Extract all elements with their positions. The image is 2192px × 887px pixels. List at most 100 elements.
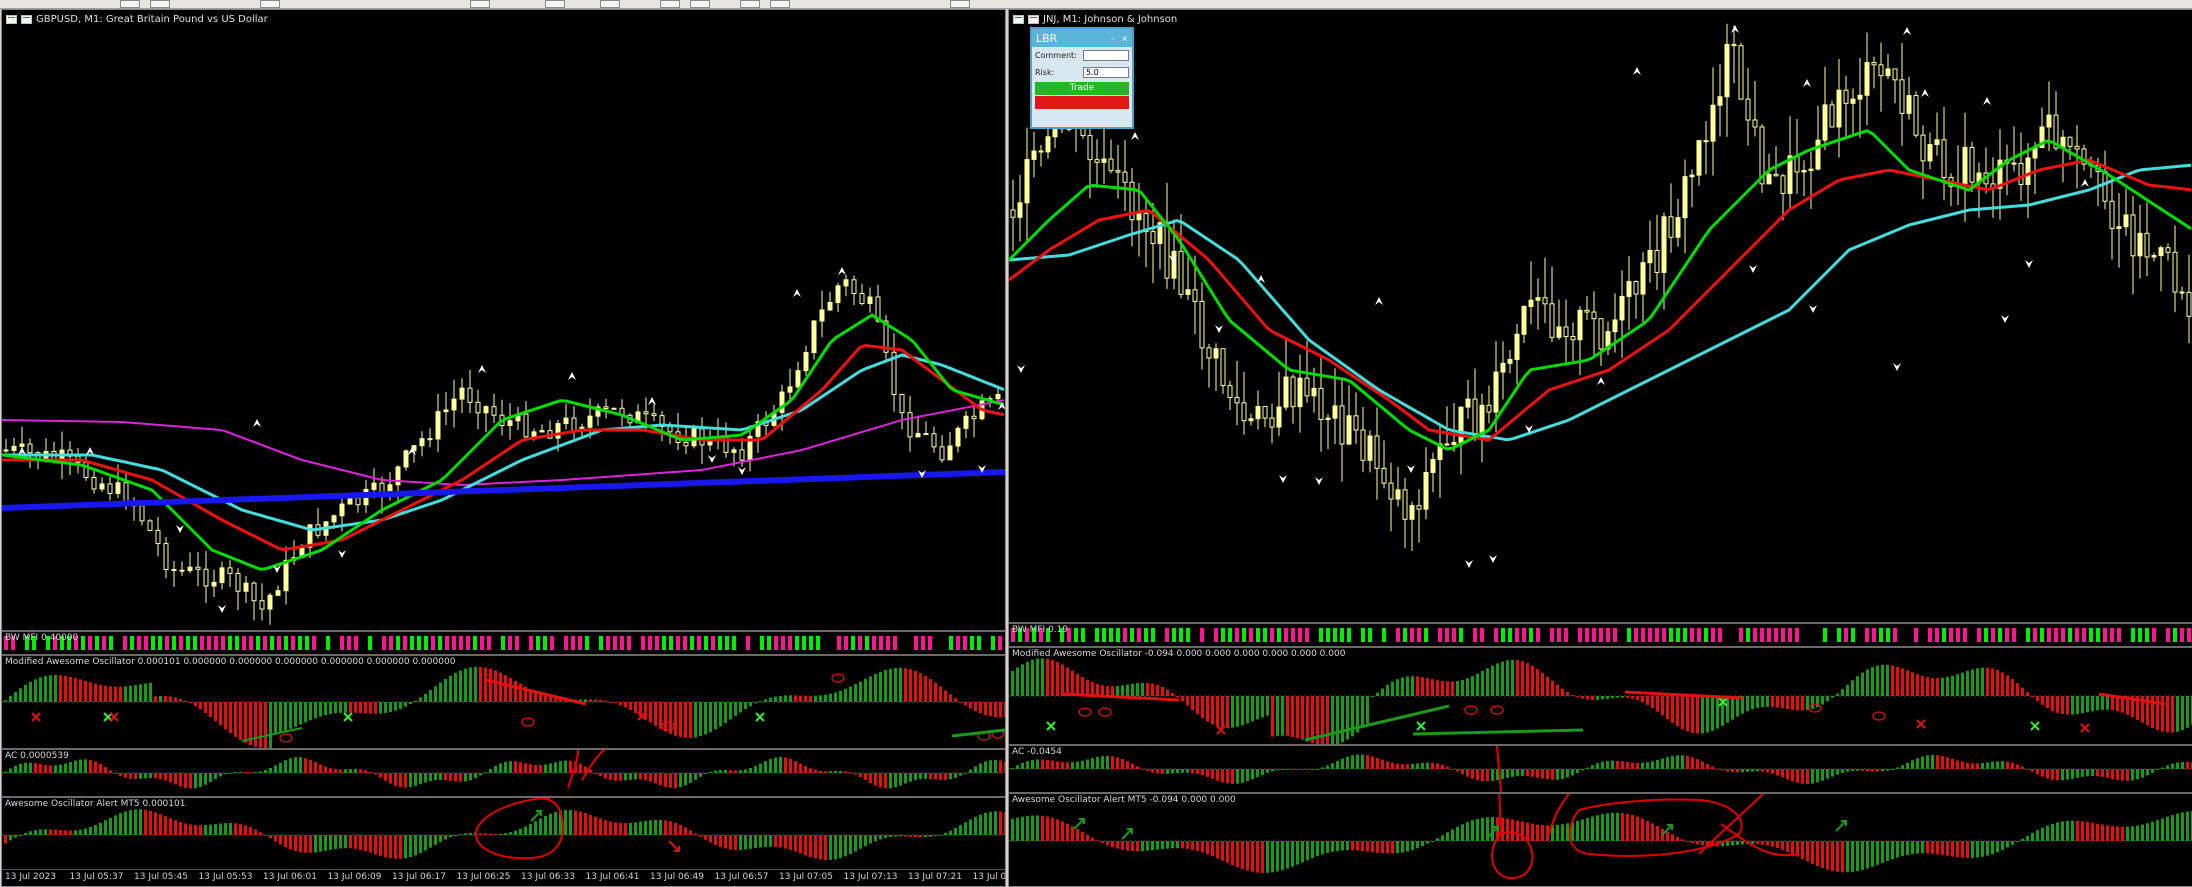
histogram-bar — [1136, 766, 1139, 769]
lbr-trade-panel[interactable]: LBR – × Comment: Risk: Trade Close — [1030, 27, 1134, 129]
mfi-bar — [1893, 628, 1897, 642]
toolbar-button[interactable] — [120, 0, 140, 8]
trade-button[interactable]: Trade — [1035, 82, 1129, 95]
histogram-bar — [1436, 763, 1439, 769]
toolbar-button[interactable] — [260, 0, 280, 8]
histogram-bar — [1516, 660, 1519, 696]
candle-body — [1864, 62, 1870, 96]
candle-body — [2158, 247, 2164, 257]
histogram-bar — [2131, 826, 2134, 841]
lbr-header[interactable]: LBR – × — [1032, 29, 1132, 47]
histogram-bar — [1106, 686, 1109, 696]
histogram-bar — [219, 823, 222, 835]
candle-body — [1332, 405, 1338, 419]
histogram-bar — [214, 773, 217, 780]
candle-body — [1871, 62, 1877, 66]
candle-body — [1136, 212, 1142, 221]
histogram-bar — [694, 773, 697, 780]
mfi-bar — [1389, 628, 1393, 642]
histogram-bar — [1101, 685, 1104, 696]
mfi-bar — [900, 636, 904, 650]
histogram-bar — [1031, 815, 1034, 841]
candle-body — [339, 503, 345, 517]
histogram-bar — [784, 757, 787, 773]
histogram-bar — [1451, 768, 1454, 770]
histogram-bar — [9, 768, 12, 773]
close-button[interactable]: Close — [1035, 96, 1129, 109]
mfi-bar — [865, 636, 869, 650]
mfi-bar — [1606, 628, 1610, 642]
histogram-bar — [279, 835, 282, 845]
histogram-bar — [1116, 757, 1119, 769]
mfi-bar — [319, 636, 323, 650]
candle-body — [731, 449, 737, 453]
toolbar-button[interactable] — [600, 0, 620, 8]
histogram-bar — [389, 773, 392, 784]
chart-window-jnj[interactable]: JNJ, M1: Johnson & Johnson BW MFI 0.19 M… — [1008, 9, 2192, 887]
histogram-bar — [429, 835, 432, 848]
toolbar-button[interactable] — [150, 0, 170, 8]
mfi-bar — [718, 636, 722, 650]
fractal-down-arrow — [1465, 560, 1473, 568]
toolbar-button[interactable] — [545, 0, 565, 8]
toolbar-button[interactable] — [470, 0, 490, 8]
chart-window-gbpusd[interactable]: GBPUSD, M1: Great Britain Pound vs US Do… — [1, 9, 1006, 887]
price-chart[interactable] — [2, 10, 1005, 630]
histogram-bar — [864, 773, 867, 780]
histogram-bar — [1611, 696, 1614, 699]
candle-body — [1493, 371, 1499, 413]
toolbar-button[interactable] — [770, 0, 790, 8]
close-icon[interactable]: × — [1121, 34, 1128, 43]
toolbar-button[interactable] — [950, 0, 970, 8]
mfi-bar — [1564, 628, 1568, 642]
comment-input[interactable] — [1083, 50, 1129, 61]
price-chart[interactable] — [1009, 10, 2192, 622]
candle-body — [1486, 404, 1492, 413]
histogram-bar — [1296, 696, 1299, 739]
mfi-bar — [1746, 628, 1750, 642]
histogram-bar — [1686, 696, 1689, 732]
histogram-bar — [1896, 666, 1899, 696]
toolbar-button[interactable] — [690, 0, 710, 8]
histogram-bar — [884, 670, 887, 702]
toolbar-button[interactable] — [660, 0, 680, 8]
histogram-bar — [1101, 841, 1104, 843]
histogram-bar — [774, 835, 777, 847]
histogram-bar — [434, 773, 437, 781]
toolbar-button[interactable] — [740, 0, 760, 8]
minimize-icon[interactable]: – — [1111, 34, 1115, 43]
mfi-bar — [1473, 628, 1477, 642]
histogram-bar — [829, 835, 832, 860]
histogram-bar — [4, 700, 7, 702]
histogram-bar — [504, 675, 507, 702]
histogram-bar — [1681, 696, 1684, 730]
candle-body — [1241, 402, 1247, 422]
histogram-bar — [1931, 841, 1934, 854]
histogram-bar — [1791, 696, 1794, 710]
fractal-up-arrow — [1131, 132, 1139, 140]
histogram-bar — [949, 773, 952, 780]
histogram-bar — [1846, 841, 1849, 873]
histogram-bar — [1976, 841, 1979, 858]
histogram-bar — [564, 760, 567, 773]
histogram-bar — [554, 762, 557, 773]
mao-subwindow: Modified Awesome Oscillator -0.094 0.000… — [1009, 646, 2192, 744]
histogram-bar — [664, 702, 667, 732]
mao-histogram — [2, 666, 1005, 748]
histogram-bar — [1361, 841, 1364, 851]
mfi-bar — [158, 636, 162, 650]
histogram-bar — [799, 763, 802, 773]
histogram-bar — [1941, 841, 1944, 855]
histogram-bar — [1371, 696, 1374, 698]
candle-body — [1367, 435, 1373, 461]
histogram-bar — [1116, 685, 1119, 696]
risk-input[interactable] — [1083, 67, 1129, 78]
histogram-bar — [2016, 683, 2019, 696]
candle-body — [187, 566, 193, 572]
candle-body — [1969, 146, 1975, 183]
histogram-bar — [34, 763, 37, 773]
histogram-bar — [1641, 762, 1644, 769]
histogram-bar — [1151, 769, 1154, 773]
histogram-bar — [174, 820, 177, 835]
mfi-bar — [1172, 628, 1176, 642]
